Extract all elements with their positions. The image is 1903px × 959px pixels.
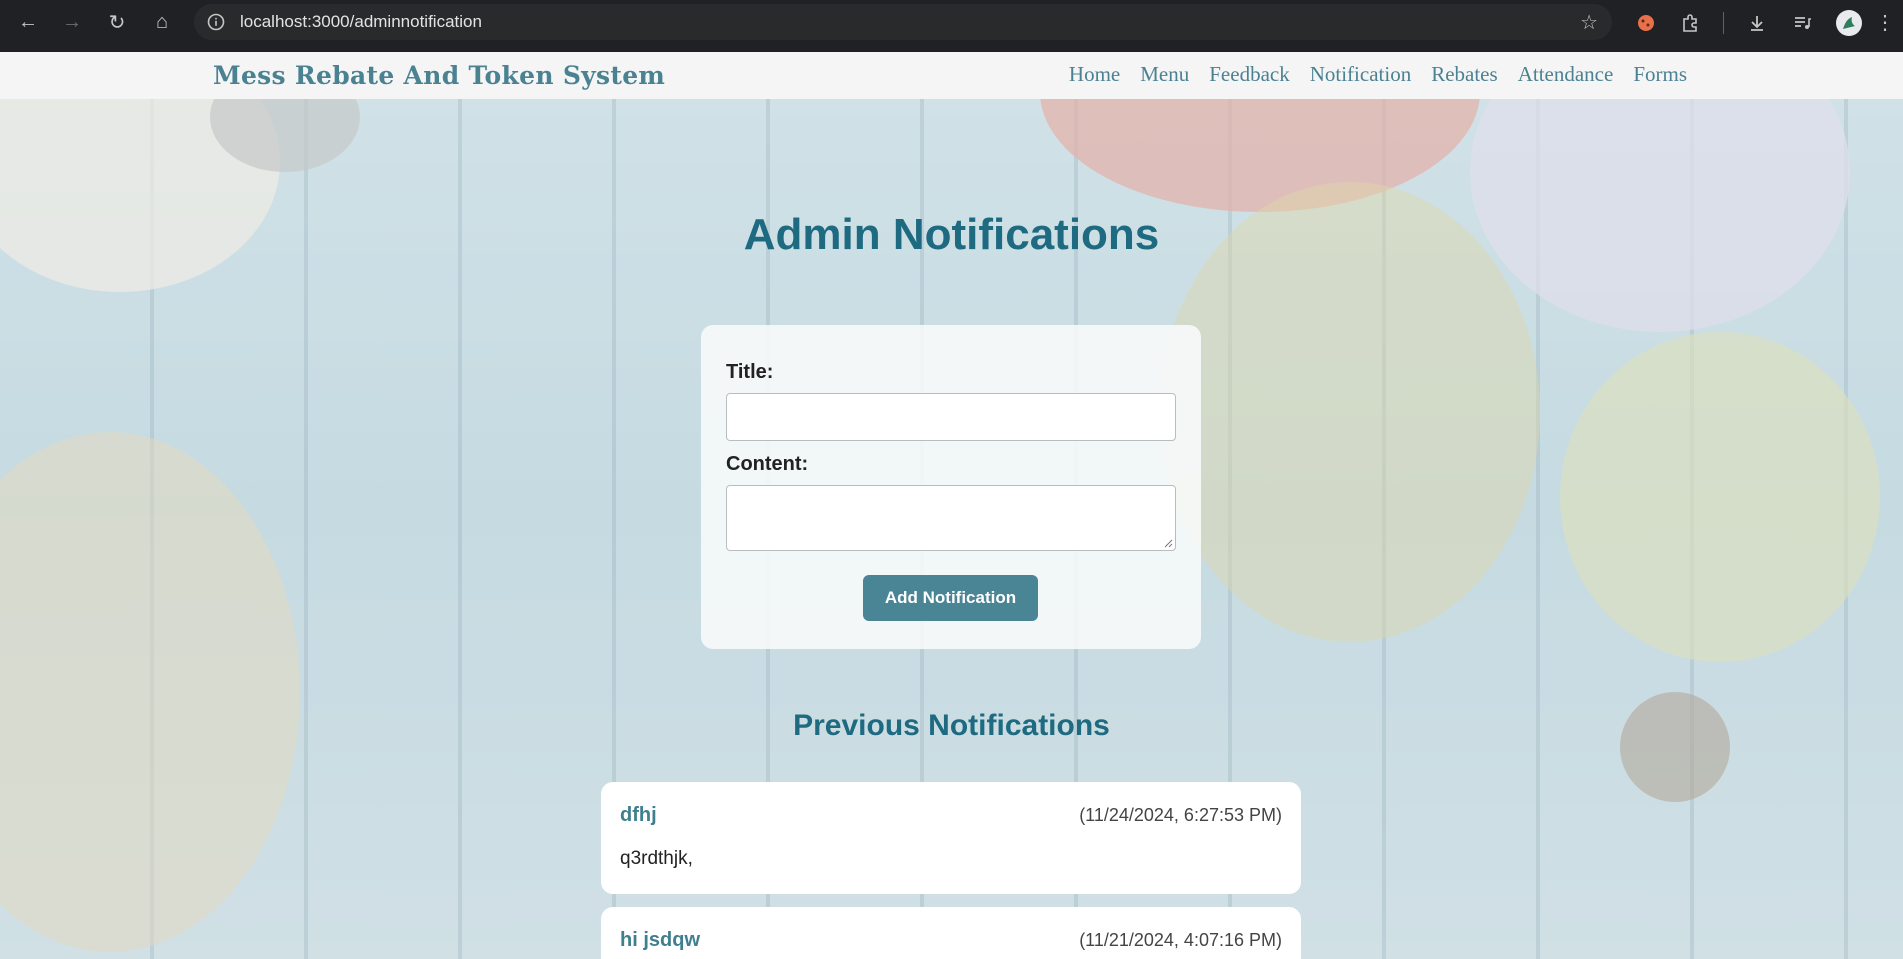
- nav-forms[interactable]: Forms: [1633, 62, 1687, 87]
- site-info-icon[interactable]: [204, 10, 228, 34]
- back-button[interactable]: ←: [14, 8, 42, 36]
- site-navbar: Mess Rebate And Token System Home Menu F…: [0, 52, 1903, 99]
- forward-button[interactable]: →: [58, 8, 86, 36]
- media-playlist-icon[interactable]: [1789, 10, 1815, 36]
- profile-avatar-icon[interactable]: [1836, 10, 1862, 36]
- url-text: localhost:3000/adminnotification: [240, 12, 482, 31]
- page-background: Mess Rebate And Token System Home Menu F…: [0, 52, 1903, 959]
- nav-feedback[interactable]: Feedback: [1209, 62, 1289, 87]
- browser-toolbar: ← → ↻ ⌂ localhost:3000/adminnotification…: [0, 0, 1903, 52]
- reload-button[interactable]: ↻: [103, 8, 131, 36]
- extension-cookie-icon[interactable]: [1633, 10, 1659, 36]
- page-title: Admin Notifications: [743, 210, 1160, 259]
- notification-date: (11/21/2024, 4:07:16 PM): [1079, 930, 1282, 950]
- notification-date: (11/24/2024, 6:27:53 PM): [1079, 805, 1282, 825]
- resize-handle-icon[interactable]: [1164, 539, 1173, 548]
- previous-notifications-heading: Previous Notifications: [793, 709, 1110, 742]
- title-label: Title:: [726, 361, 774, 383]
- nav-home[interactable]: Home: [1069, 62, 1120, 87]
- notification-form: Title: Content: Add Notification: [701, 325, 1201, 649]
- notification-card: dfhj (11/24/2024, 6:27:53 PM) q3rdthjk,: [601, 782, 1301, 894]
- add-notification-button[interactable]: Add Notification: [863, 575, 1038, 621]
- arrow-right-icon: →: [62, 10, 82, 33]
- notification-title: dfhj: [620, 804, 657, 826]
- notification-content: q3rdthjk,: [620, 848, 693, 869]
- home-icon: ⌂: [155, 10, 169, 33]
- extensions-puzzle-icon[interactable]: [1677, 10, 1703, 36]
- nav-links: Home Menu Feedback Notification Rebates …: [1069, 62, 1687, 87]
- address-bar[interactable]: localhost:3000/adminnotification ☆: [194, 4, 1612, 40]
- content-label: Content:: [726, 453, 809, 475]
- nav-menu[interactable]: Menu: [1140, 62, 1189, 87]
- nav-attendance[interactable]: Attendance: [1518, 62, 1614, 87]
- notification-title: hi jsdqw: [620, 929, 700, 951]
- title-input[interactable]: [726, 393, 1176, 441]
- content-textarea[interactable]: [726, 485, 1176, 551]
- browser-menu-icon[interactable]: ⋮: [1875, 10, 1895, 36]
- nav-rebates[interactable]: Rebates: [1431, 62, 1497, 87]
- bookmark-star-icon[interactable]: ☆: [1580, 10, 1598, 35]
- toolbar-divider: [1723, 12, 1724, 34]
- notification-card: hi jsdqw (11/21/2024, 4:07:16 PM): [601, 907, 1301, 959]
- home-button[interactable]: ⌂: [148, 8, 176, 36]
- arrow-left-icon: ←: [18, 10, 38, 33]
- nav-notification[interactable]: Notification: [1310, 62, 1411, 87]
- reload-icon: ↻: [108, 11, 126, 34]
- download-icon[interactable]: [1744, 10, 1770, 36]
- site-brand[interactable]: Mess Rebate And Token System: [213, 61, 665, 90]
